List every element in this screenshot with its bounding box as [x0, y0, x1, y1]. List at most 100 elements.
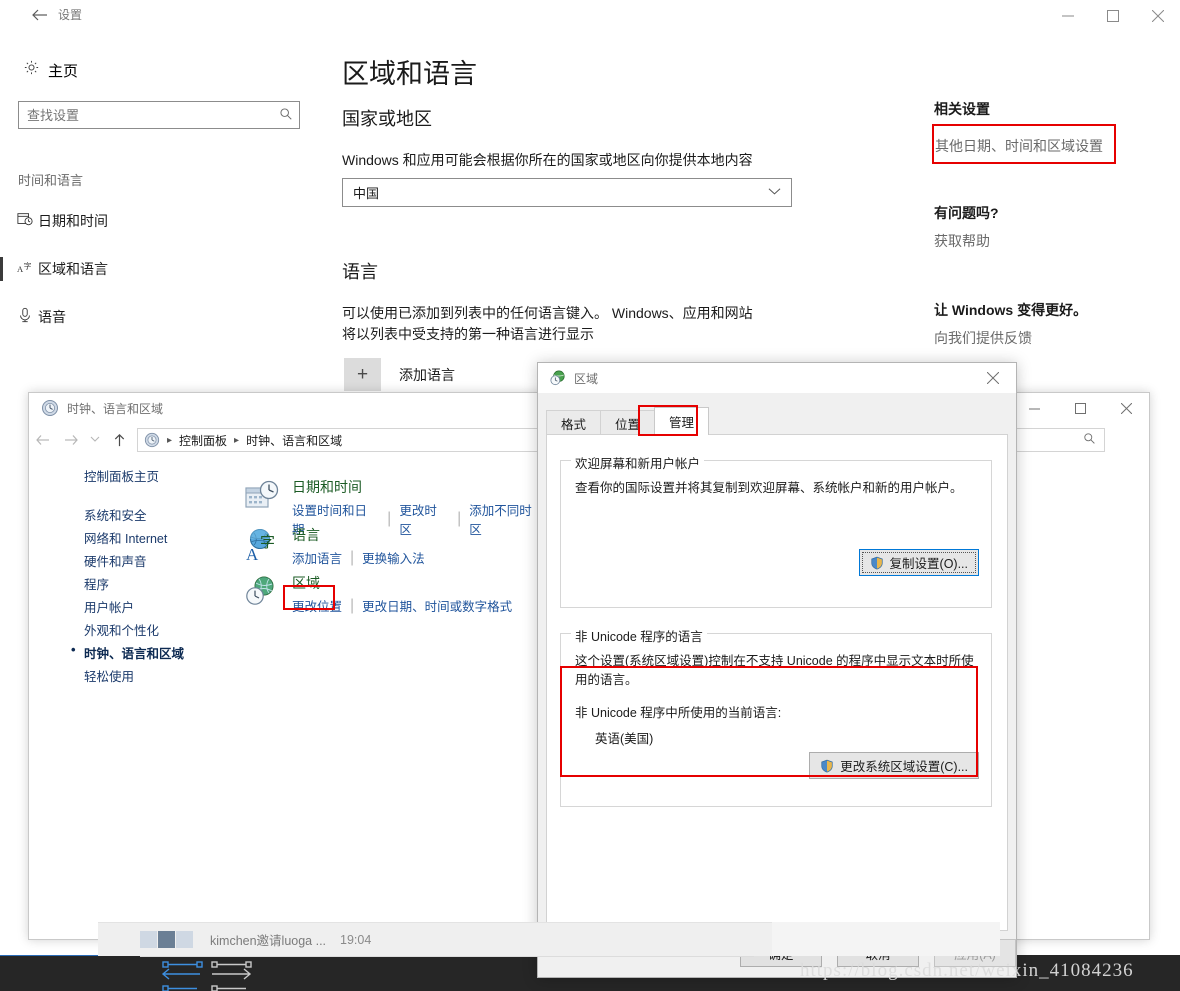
- cp-nav-item-ease-of-access[interactable]: 轻松使用: [84, 666, 134, 685]
- notification-toast[interactable]: kimchen邀请luoga ... 19:04: [98, 922, 772, 956]
- region-dialog-title: 区域: [574, 371, 599, 386]
- help-title: 有问题吗?: [934, 205, 999, 221]
- cp-link-change-timezone[interactable]: 更改时区: [399, 500, 449, 538]
- sidebar-item-label: 区域和语言: [38, 261, 108, 277]
- related-settings-link[interactable]: 其他日期、时间和区域设置: [935, 136, 1103, 156]
- divider: |: [387, 510, 392, 527]
- highlight-box-administrative-tab: [638, 405, 698, 436]
- add-language-button[interactable]: + 添加语言: [344, 358, 455, 391]
- svg-text:字: 字: [23, 261, 31, 271]
- feedback-link[interactable]: 向我们提供反馈: [934, 328, 1032, 348]
- sidebar-item-date-time[interactable]: 日期和时间: [0, 204, 300, 238]
- region-globe-icon: [550, 370, 566, 386]
- chevron-right-icon: ▸: [234, 434, 240, 446]
- close-button[interactable]: [1135, 0, 1180, 32]
- help-link[interactable]: 获取帮助: [934, 231, 990, 251]
- sidebar-item-home[interactable]: 主页: [14, 54, 254, 86]
- divider: |: [350, 596, 355, 614]
- screen: 设置 主页 查找设置 时间和语言 日期和时间 A 字 区域和语言 语音 区域和语…: [0, 0, 1180, 991]
- cp-nav-item-system-security[interactable]: 系统和安全: [84, 505, 147, 524]
- maximize-button[interactable]: [1057, 393, 1103, 423]
- gear-icon: [14, 59, 48, 81]
- settings-search-box[interactable]: [18, 101, 300, 129]
- cp-category-links: 添加语言 | 更换输入法: [292, 548, 425, 567]
- sidebar-item-label: 日期和时间: [38, 213, 108, 229]
- language-a-icon: A 字: [0, 259, 38, 279]
- desc-line-1: 可以使用已添加到列表中的任何语言键入。 Windows、应用和网站: [342, 305, 753, 321]
- maximize-button[interactable]: [1090, 0, 1135, 32]
- region-globe-icon: [244, 575, 280, 611]
- uac-shield-icon: [870, 556, 884, 570]
- cp-category-title[interactable]: 语言: [292, 525, 320, 545]
- section-country-description: Windows 和应用可能会根据你所在的国家或地区向你提供本地内容: [342, 152, 753, 168]
- avatar: [158, 931, 175, 948]
- editor-glyphs: [161, 961, 252, 991]
- settings-title: 设置: [58, 8, 83, 22]
- copy-settings-label: 复制设置(O)...: [889, 557, 968, 571]
- cp-nav-item-programs[interactable]: 程序: [84, 574, 109, 593]
- control-panel-home-link[interactable]: 控制面板主页: [84, 466, 159, 485]
- section-language-description: 可以使用已添加到列表中的任何语言键入。 Windows、应用和网站 将以列表中受…: [342, 303, 802, 345]
- sidebar-item-speech[interactable]: 语音: [0, 300, 300, 334]
- sidebar-group-label: 时间和语言: [18, 173, 84, 188]
- notification-panel-background: [772, 922, 1000, 956]
- divider: |: [350, 548, 355, 566]
- cp-nav-item-appearance-personalization[interactable]: 外观和个性化: [84, 620, 159, 639]
- sidebar-item-region-language[interactable]: A 字 区域和语言: [0, 252, 300, 286]
- cp-nav-item-clock-language-region[interactable]: 时钟、语言和区域: [71, 642, 184, 662]
- notification-divider: [140, 956, 754, 957]
- watermark: https://blog.csdn.net/weixin_41084236: [800, 960, 1134, 981]
- back-arrow-icon[interactable]: [28, 5, 52, 27]
- breadcrumb-segment-control-panel[interactable]: 控制面板: [179, 432, 227, 449]
- cp-nav-item-user-accounts[interactable]: 用户帐户: [84, 597, 134, 616]
- cp-nav-item-network-internet[interactable]: 网络和 Internet: [84, 528, 167, 547]
- nav-forward-button[interactable]: [57, 425, 85, 455]
- search-icon: [1083, 432, 1096, 448]
- cp-link-add-clocks[interactable]: 添加不同时区: [469, 500, 544, 538]
- control-panel-window-buttons: [1011, 393, 1149, 423]
- feedback-title: 让 Windows 变得更好。: [934, 302, 1088, 318]
- group1-description: 查看你的国际设置并将其复制到欢迎屏幕、系统帐户和新的用户帐户。: [575, 481, 963, 495]
- plus-icon: +: [344, 358, 381, 391]
- search-icon: [273, 107, 299, 124]
- divider: |: [457, 510, 462, 527]
- svg-text:字: 字: [260, 534, 275, 551]
- tab-format[interactable]: 格式: [546, 410, 602, 435]
- calendar-clock-icon: [0, 211, 38, 231]
- highlight-box-change-location: [283, 585, 335, 610]
- add-language-label: 添加语言: [399, 366, 455, 383]
- nav-recent-locations-button[interactable]: [85, 435, 105, 446]
- cp-link-add-language[interactable]: 添加语言: [292, 548, 342, 567]
- close-button[interactable]: [970, 363, 1016, 393]
- group-legend: 欢迎屏幕和新用户帐户: [571, 453, 705, 472]
- breadcrumb-segment-clock-language-region[interactable]: 时钟、语言和区域: [246, 432, 342, 449]
- desc-line-2: 将以列表中受支持的第一种语言进行显示: [342, 326, 594, 342]
- cp-category-title[interactable]: 日期和时间: [292, 477, 362, 497]
- cp-link-change-date-time-number-formats[interactable]: 更改日期、时间或数字格式: [362, 596, 512, 615]
- notification-time: 19:04: [340, 932, 372, 947]
- microphone-icon: [0, 307, 38, 327]
- section-language-title: 语言: [342, 262, 378, 282]
- section-country-title: 国家或地区: [342, 109, 432, 129]
- control-panel-icon: [41, 399, 59, 417]
- language-globe-icon: A 字: [244, 527, 280, 564]
- country-select[interactable]: 中国: [342, 178, 792, 207]
- cp-link-change-input-method[interactable]: 更换输入法: [362, 548, 425, 567]
- copy-settings-button[interactable]: 复制设置(O)...: [858, 549, 979, 576]
- sidebar-item-label: 语音: [38, 309, 66, 325]
- nav-up-button[interactable]: [105, 425, 133, 455]
- avatar: [140, 931, 157, 948]
- group-welcome-screen: 欢迎屏幕和新用户帐户 查看你的国际设置并将其复制到欢迎屏幕、系统帐户和新的用户帐…: [560, 453, 992, 608]
- country-select-value: 中国: [353, 186, 380, 201]
- highlight-box-non-unicode-language: [560, 666, 978, 777]
- search-input[interactable]: [19, 107, 273, 123]
- avatar-group: [140, 931, 194, 948]
- settings-titlebar: 设置: [0, 0, 1180, 32]
- minimize-button[interactable]: [1045, 0, 1090, 32]
- sidebar-home-label: 主页: [48, 62, 79, 80]
- minimize-button[interactable]: [1011, 393, 1057, 423]
- svg-text:A: A: [246, 545, 259, 563]
- close-button[interactable]: [1103, 393, 1149, 423]
- cp-nav-item-hardware-sound[interactable]: 硬件和声音: [84, 551, 147, 570]
- nav-back-button[interactable]: [29, 425, 57, 455]
